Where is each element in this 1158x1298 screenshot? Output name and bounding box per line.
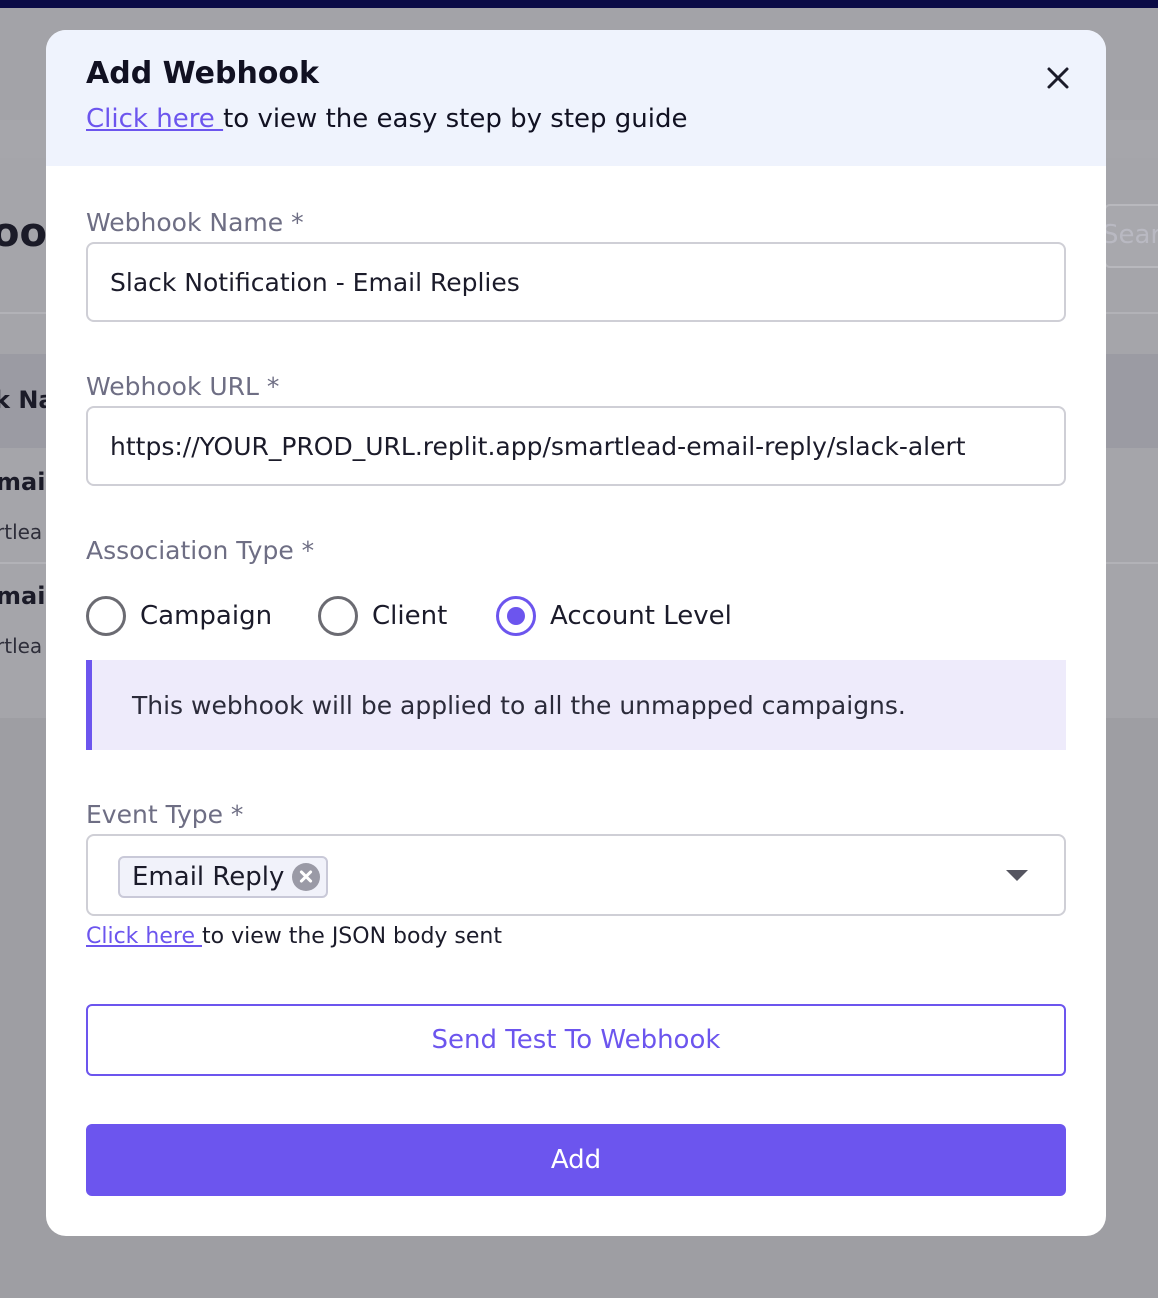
radio-campaign[interactable]: Campaign xyxy=(86,596,272,636)
event-chip-email-reply: Email Reply xyxy=(118,856,329,898)
webhook-name-label: Webhook Name * xyxy=(86,208,304,237)
background-row-sub: rtlea xyxy=(0,520,43,544)
close-icon xyxy=(1047,67,1069,89)
event-type-select[interactable]: Email Reply xyxy=(86,834,1066,916)
radio-button-icon[interactable] xyxy=(86,596,126,636)
send-test-button[interactable]: Send Test To Webhook xyxy=(86,1004,1066,1076)
radio-client-label: Client xyxy=(372,601,448,631)
radio-account-level[interactable]: Account Level xyxy=(496,596,732,636)
event-type-label: Event Type * xyxy=(86,800,244,829)
add-button[interactable]: Add xyxy=(86,1124,1066,1196)
close-button[interactable] xyxy=(1042,62,1074,94)
background-search-placeholder: Sear xyxy=(1102,220,1158,250)
guide-link[interactable]: Click here xyxy=(86,104,223,134)
event-chip-label: Email Reply xyxy=(132,862,285,892)
radio-client[interactable]: Client xyxy=(318,596,447,636)
add-webhook-modal: Add Webhook Click here to view the easy … xyxy=(46,30,1106,1236)
association-type-label: Association Type * xyxy=(86,536,315,565)
radio-button-checked-icon[interactable] xyxy=(496,596,536,636)
json-body-text: to view the JSON body sent xyxy=(201,924,503,949)
modal-title: Add Webhook xyxy=(86,56,319,91)
modal-subtitle: Click here to view the easy step by step… xyxy=(86,104,688,134)
background-row-sub: rtlea xyxy=(0,634,43,658)
top-nav-bar xyxy=(0,0,1158,8)
association-info-text: This webhook will be applied to all the … xyxy=(132,690,906,720)
chevron-down-icon[interactable] xyxy=(1006,870,1028,881)
radio-campaign-label: Campaign xyxy=(140,601,273,631)
association-info-callout: This webhook will be applied to all the … xyxy=(86,660,1066,750)
remove-chip-icon[interactable] xyxy=(292,863,321,891)
guide-text: to view the easy step by step guide xyxy=(223,104,688,134)
json-body-link[interactable]: Click here xyxy=(86,924,202,949)
radio-account-level-label: Account Level xyxy=(550,601,732,631)
json-body-hint: Click here to view the JSON body sent xyxy=(86,924,502,949)
background-row-name: mai xyxy=(0,468,46,496)
webhook-url-label: Webhook URL * xyxy=(86,372,280,401)
radio-button-icon[interactable] xyxy=(318,596,358,636)
association-type-radio-group: Campaign Client Account Level xyxy=(86,596,1066,638)
webhook-url-input[interactable] xyxy=(86,406,1066,486)
webhook-name-input[interactable] xyxy=(86,242,1066,322)
modal-header: Add Webhook Click here to view the easy … xyxy=(46,30,1106,166)
